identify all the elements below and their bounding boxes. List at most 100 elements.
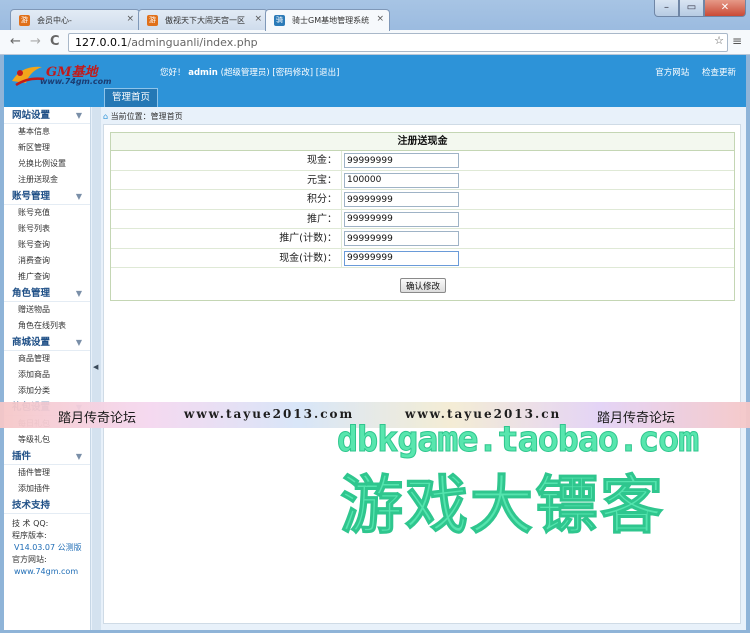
sidebar-section-title[interactable]: 角色管理 ▼ [4,285,90,302]
back-button[interactable]: ← [10,34,21,50]
form-row: 推广(计数)： [111,229,734,249]
browser-tab-3[interactable]: 骑 骑士GM基地管理系统 × [265,9,390,31]
form-row: 积分： [111,190,734,210]
register-cash-form: 注册送现金 现金： 元宝： 积分： 推广： 推广(计数)： 现金(计数)： 确认修改 [110,132,735,301]
browser-tab-strip: 游 会员中心- × 游 傲视天下大闹天宫一区 × 骑 骑士GM基地管理系统 × … [0,0,750,31]
sidebar-section-title[interactable]: 网站设置 ▼ [4,107,90,124]
username: admin [188,68,218,78]
field-label: 推广： [307,213,337,225]
divider [341,170,342,190]
sidebar-item[interactable]: 基本信息 [4,124,90,140]
address-bar[interactable]: 127.0.0.1/adminguanli/index.php [68,33,728,52]
sidebar-item[interactable]: 添加分类 [4,383,90,399]
maximize-button[interactable]: ▭ [679,0,704,17]
tab-home[interactable]: 管理首页 [104,88,158,107]
form-row: 现金： [111,151,734,171]
sidebar-section-title[interactable]: 技术支持 [4,497,90,514]
field-input[interactable] [344,153,459,168]
field-input[interactable] [344,250,459,266]
close-tab-icon[interactable]: × [254,14,262,24]
sidebar-item[interactable]: 账号列表 [4,221,90,237]
minimize-button[interactable]: – [654,0,679,17]
sidebar-item[interactable]: 等级礼包 [4,432,90,448]
sidebar-section-label: 角色管理 [12,288,51,299]
watermark-url-1: www.tayue2013.com [184,407,355,421]
sidebar-item[interactable]: 插件管理 [4,465,90,481]
sidebar-item[interactable]: 商品管理 [4,351,90,367]
divider [341,190,342,209]
field-label: 积分： [307,194,337,205]
sidebar-item[interactable]: 添加商品 [4,367,90,383]
field-input[interactable] [344,192,459,207]
window-controls: – ▭ ✕ [654,0,746,17]
tech-support-info: 技 术 QQ: 程序版本: V14.03.07 公测版 官方网站: www.74… [4,514,90,578]
sidebar-section-label: 商城设置 [12,337,51,348]
check-update-link[interactable]: 检查更新 [702,68,736,78]
home-icon[interactable]: ⌂ [103,112,108,121]
user-bar: 您好！ admin (超级管理员) [密码修改] [退出] [160,66,339,78]
favicon-icon: 游 [19,15,30,26]
collapse-arrow-icon[interactable]: ◀ [93,363,98,371]
reload-button[interactable]: C [50,34,60,50]
official-site-label: 官方网站: [12,555,47,564]
browser-tab-1[interactable]: 游 会员中心- × [10,9,140,30]
close-tab-icon[interactable]: × [376,14,384,24]
browser-tab-2[interactable]: 游 傲视天下大闹天宫一区 × [138,9,268,30]
form-rows: 现金： 元宝： 积分： 推广： 推广(计数)： 现金(计数)： [111,151,734,268]
sidebar-splitter[interactable]: ◀ [92,107,101,630]
top-links: 官方网站 检查更新 [645,66,736,78]
favicon-icon: 骑 [274,15,285,26]
bookmark-star-icon[interactable]: ☆ [714,34,724,47]
favicon-icon: 游 [147,15,158,26]
sidebar-section-label: 技术支持 [12,500,51,511]
field-input[interactable] [344,172,459,188]
official-site-value[interactable]: www.74gm.com [12,566,90,578]
close-tab-icon[interactable]: × [126,14,134,24]
sidebar-item[interactable]: 推广查询 [4,269,90,285]
field-input[interactable] [344,231,459,246]
sidebar-section-label: 账号管理 [12,191,51,202]
close-window-button[interactable]: ✕ [704,0,746,17]
page-header: GM基地 www.74gm.com 您好！ admin (超级管理员) [密码修… [4,55,746,107]
watermark-shop-name: 游戏大镖客 [340,469,665,543]
tab-label: 骑士GM基地管理系统 [292,16,370,25]
sidebar-section-title[interactable]: 账号管理 ▼ [4,188,90,205]
site-logo[interactable]: GM基地 www.74gm.com [8,59,118,95]
sidebar-item[interactable]: 账号查询 [4,237,90,253]
sidebar-sections: 网站设置 ▼ 基本信息 新区管理 兑换比例设置 注册送现金账号管理 ▼ 账号充值 账号列表 账号查… [4,107,90,514]
field-label: 现金： [307,155,337,166]
sidebar-item[interactable]: 新区管理 [4,140,90,156]
chevron-down-icon: ▼ [75,289,82,298]
field-input[interactable] [344,211,459,227]
sidebar: 网站设置 ▼ 基本信息 新区管理 兑换比例设置 注册送现金账号管理 ▼ 账号充值 账号列表 账号查… [4,107,91,630]
greeting-text: 您好！ [160,68,186,78]
divider [341,229,342,248]
forward-button[interactable]: → [30,34,41,50]
sidebar-item[interactable]: 兑换比例设置 [4,156,90,172]
change-password-link[interactable]: [密码修改] [272,68,313,78]
sidebar-section-title[interactable]: 插件 ▼ [4,448,90,465]
chevron-down-icon: ▼ [75,192,82,201]
field-label: 元宝： [307,174,337,186]
form-row: 现金(计数)： [111,248,734,268]
field-label: 现金(计数)： [279,252,337,264]
field-label: 推广(计数)： [279,233,337,244]
official-site-link[interactable]: 官方网站 [655,68,689,78]
sidebar-section-title[interactable]: 商城设置 ▼ [4,334,90,351]
sidebar-item[interactable]: 注册送现金 [4,172,90,188]
logout-link[interactable]: [退出] [316,68,340,78]
sidebar-item[interactable]: 消费查询 [4,253,90,269]
confirm-button[interactable]: 确认修改 [400,278,446,293]
browser-menu-button[interactable]: ≡ [732,34,742,48]
main-content: 注册送现金 现金： 元宝： 积分： 推广： 推广(计数)： 现金(计数)： 确认修改 [103,124,741,624]
url-host: 127.0.0.1 [75,36,128,49]
sidebar-item[interactable]: 账号充值 [4,205,90,221]
tech-qq-label: 技 术 QQ: [12,519,49,528]
sidebar-item[interactable]: 赠送物品 [4,302,90,318]
version-label: 程序版本: [12,531,47,540]
sidebar-item[interactable]: 角色在线列表 [4,318,90,334]
browser-toolbar: ← → C 127.0.0.1/adminguanli/index.php [0,30,750,55]
sidebar-item[interactable]: 添加插件 [4,481,90,497]
form-actions: 确认修改 [111,270,734,300]
tab-label: 会员中心- [37,16,72,25]
